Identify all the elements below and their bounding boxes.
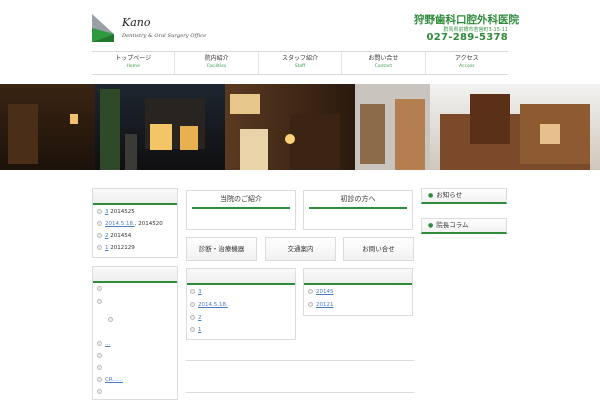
bullet-icon bbox=[190, 315, 195, 320]
list-item[interactable]: 1 bbox=[190, 327, 202, 333]
nav-item-contact[interactable]: お問い合せ Contact bbox=[341, 52, 424, 74]
bullet-icon bbox=[97, 365, 102, 370]
list-item-link[interactable]: 20121 bbox=[316, 302, 334, 308]
nav-label: スタッフ紹介 bbox=[282, 55, 319, 62]
nav-label: 院内紹介 bbox=[204, 55, 229, 62]
logo-subtitle: Dentistry & Oral Surgery Office bbox=[122, 33, 207, 39]
list-item-text: 2014525 bbox=[110, 209, 135, 215]
list-item-text: 201454 bbox=[110, 233, 132, 239]
list-item[interactable]: 3 bbox=[190, 289, 202, 295]
logo-name[interactable]: Kano bbox=[122, 16, 150, 29]
list-item-link[interactable]: 2 bbox=[105, 233, 109, 239]
bullet-icon bbox=[190, 302, 195, 307]
nav-label: アクセス bbox=[454, 55, 479, 62]
bullet-icon bbox=[308, 289, 313, 294]
bullet-icon bbox=[308, 302, 313, 307]
clinic-name: 狩野歯科口腔外科医院 bbox=[414, 14, 519, 26]
list-item[interactable]: 2014.5.18. bbox=[190, 302, 228, 308]
contact-button[interactable]: お問い合せ bbox=[343, 237, 414, 261]
list-item-link[interactable]: 2014.5.18. bbox=[198, 302, 228, 308]
list-item[interactable] bbox=[97, 353, 105, 359]
nav-sublabel: Access bbox=[459, 64, 475, 69]
first-visit-card[interactable]: 初診の方へ bbox=[303, 190, 413, 230]
sidebar-box-header bbox=[93, 189, 177, 205]
nav-item-facilities[interactable]: 院内紹介 Facilities bbox=[174, 52, 257, 74]
bullet-icon: ● bbox=[428, 222, 434, 229]
list-item[interactable] bbox=[108, 317, 116, 323]
list-item-link[interactable]: ... bbox=[105, 341, 110, 347]
list-item[interactable] bbox=[97, 286, 105, 292]
bullet-icon bbox=[97, 299, 102, 304]
news-label: お知らせ bbox=[436, 191, 463, 199]
list-item-link[interactable]: 1 bbox=[105, 245, 109, 251]
nav-sublabel: Home bbox=[126, 64, 140, 69]
list-item-link[interactable]: 2 bbox=[198, 315, 202, 321]
list-item[interactable]: 3 2014525 bbox=[97, 209, 135, 215]
bullet-icon bbox=[97, 286, 102, 291]
nav-label: お問い合せ bbox=[368, 55, 399, 62]
list-item[interactable]: 1 2012129 bbox=[97, 245, 135, 251]
list-item[interactable]: 20121 bbox=[308, 302, 334, 308]
list-item-link[interactable]: 3 bbox=[105, 209, 109, 215]
nav-item-staff[interactable]: スタッフ紹介 Staff bbox=[257, 52, 341, 74]
bullet-icon: ● bbox=[428, 192, 434, 199]
bullet-icon bbox=[97, 209, 102, 214]
bullet-icon bbox=[97, 377, 102, 382]
list-item-link[interactable]: 1 bbox=[198, 327, 202, 333]
list-item[interactable]: 2 201454 bbox=[97, 233, 131, 239]
nav-sublabel: Facilities bbox=[206, 64, 227, 69]
nav-sublabel: Staff bbox=[294, 64, 306, 69]
divider bbox=[186, 392, 414, 393]
panel-header bbox=[187, 269, 295, 285]
bullet-icon bbox=[97, 389, 102, 394]
list-item[interactable]: 2 bbox=[190, 315, 202, 321]
list-item[interactable]: CR...... bbox=[97, 377, 123, 383]
clinic-phone: 027-289-5378 bbox=[426, 32, 508, 43]
logo-icon bbox=[92, 14, 114, 42]
column-link[interactable]: ● 院長コラム bbox=[421, 218, 507, 234]
list-item[interactable] bbox=[97, 365, 105, 371]
divider bbox=[186, 360, 414, 361]
bullet-icon bbox=[97, 341, 102, 346]
nav-item-home[interactable]: トップページ Home bbox=[92, 52, 174, 74]
list-item-link[interactable]: 2014.5.18. bbox=[105, 221, 135, 227]
equipment-button[interactable]: 診断・治療機器 bbox=[186, 237, 257, 261]
list-item-link[interactable]: 20145 bbox=[316, 289, 334, 295]
list-item-link[interactable]: 3 bbox=[198, 289, 202, 295]
news-link[interactable]: ● お知らせ bbox=[421, 188, 507, 204]
bullet-icon bbox=[97, 221, 102, 226]
list-item-link[interactable]: CR...... bbox=[105, 377, 123, 383]
list-item-text: 2012129 bbox=[110, 245, 135, 251]
access-button[interactable]: 交通案内 bbox=[265, 237, 336, 261]
bullet-icon bbox=[190, 327, 195, 332]
hero-photo bbox=[0, 84, 600, 170]
panel-header bbox=[304, 269, 412, 285]
bullet-icon bbox=[97, 245, 102, 250]
list-item[interactable] bbox=[97, 299, 105, 305]
list-item-text: 2014520 bbox=[138, 221, 163, 227]
card-title: 当院のご紹介 bbox=[192, 191, 290, 209]
intro-card[interactable]: 当院のご紹介 bbox=[186, 190, 296, 230]
bullet-icon bbox=[108, 317, 113, 322]
list-item[interactable]: ... bbox=[97, 341, 110, 347]
nav-sublabel: Contact bbox=[374, 64, 393, 69]
card-title: 初診の方へ bbox=[309, 191, 407, 209]
bullet-icon bbox=[190, 289, 195, 294]
nav-item-access[interactable]: アクセス Access bbox=[424, 52, 508, 74]
sidebar-box-header bbox=[93, 267, 177, 283]
column-label: 院長コラム bbox=[436, 221, 469, 229]
list-item[interactable] bbox=[97, 389, 105, 395]
main-nav: トップページ Home 院内紹介 Facilities スタッフ紹介 Staff… bbox=[92, 51, 508, 75]
bullet-icon bbox=[97, 353, 102, 358]
nav-label: トップページ bbox=[115, 55, 152, 62]
bullet-icon bbox=[97, 233, 102, 238]
list-item[interactable]: 20145 bbox=[308, 289, 334, 295]
list-item[interactable]: 2014.5.18., 2014520 bbox=[97, 221, 163, 227]
